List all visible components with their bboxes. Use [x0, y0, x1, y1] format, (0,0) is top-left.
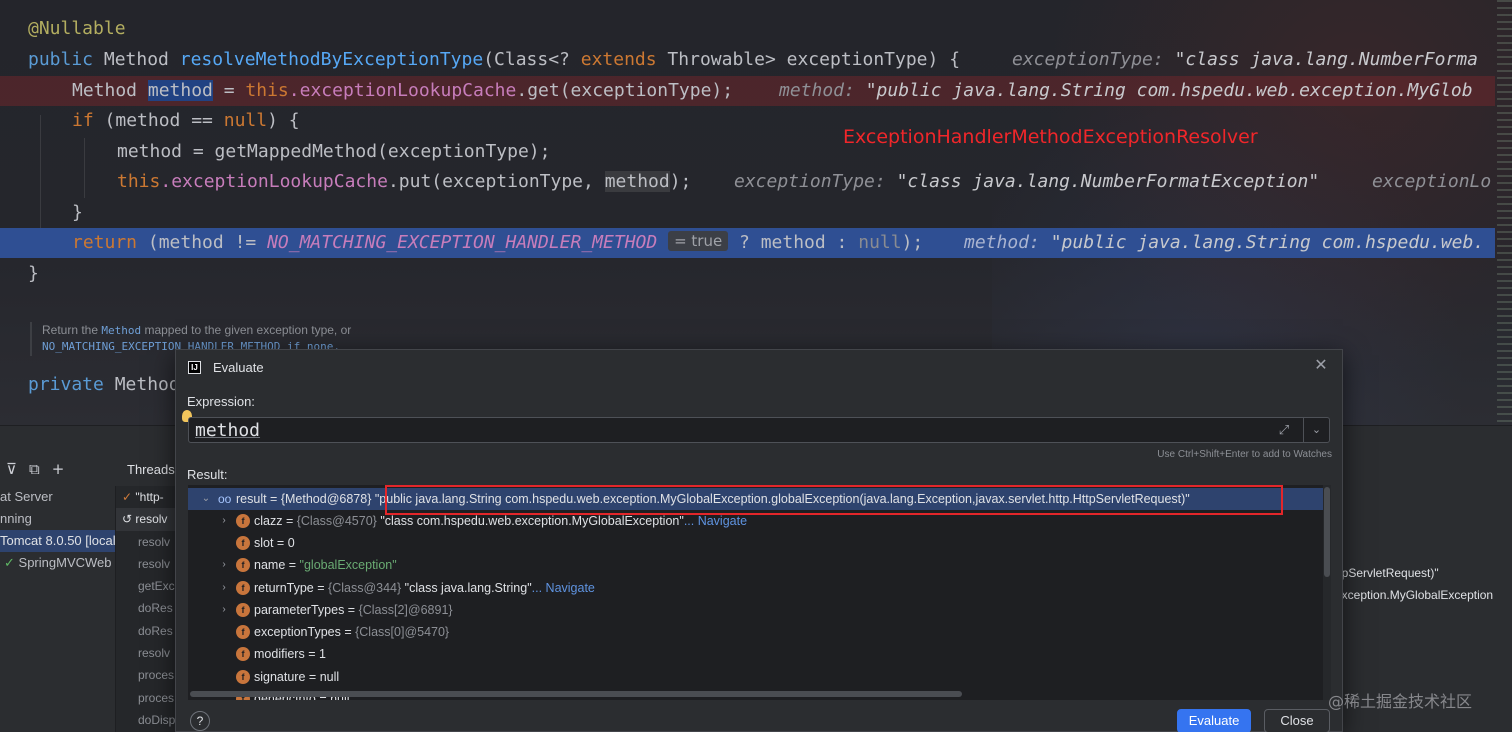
tree-row[interactable]: f exceptionTypes = {Class[0]@5470}: [188, 621, 1323, 643]
inline-debug-value: method: "public java.lang.String com.hsp…: [779, 80, 1473, 101]
add-icon[interactable]: +: [52, 460, 65, 478]
result-label: Result:: [187, 467, 228, 482]
code-line-method-end: }: [28, 263, 39, 284]
object-icon: oo: [218, 492, 232, 506]
chevron-right-icon[interactable]: ›: [218, 577, 230, 599]
intellij-logo-icon: IJ: [188, 361, 201, 374]
inline-value-badge: = true: [668, 231, 729, 251]
close-icon[interactable]: ✕: [1312, 357, 1330, 375]
tree-row[interactable]: f modifiers = 1: [188, 643, 1323, 665]
field-icon: f: [236, 536, 250, 550]
return-icon: ↺: [122, 512, 133, 527]
selected-word: method: [147, 80, 213, 101]
field-icon: f: [236, 670, 250, 684]
tree-row[interactable]: › f returnType = {Class@344} "class java…: [188, 577, 1323, 599]
evaluate-dialog: IJ Evaluate ✕ Expression: method ⤢ ⌄ Use…: [175, 349, 1343, 732]
tree-row[interactable]: › f clazz = {Class@4570} "class com.hspe…: [188, 510, 1323, 532]
add-frame-icon[interactable]: ⧉: [29, 460, 40, 478]
field-icon: f: [236, 514, 250, 528]
inline-debug-value: exceptionLo: [1372, 171, 1492, 192]
inline-debug-value: exceptionType: "class java.lang.NumberFo…: [734, 171, 1320, 192]
help-button[interactable]: ?: [190, 711, 210, 731]
annotation-note: ExceptionHandlerMethodExceptionResolver: [843, 126, 1258, 148]
close-button[interactable]: Close: [1264, 709, 1330, 732]
result-tree[interactable]: ⌄ oo result = {Method@6878} "public java…: [188, 485, 1331, 700]
chevron-right-icon[interactable]: ›: [218, 554, 230, 576]
list-item[interactable]: at Server: [0, 486, 115, 508]
watch-hint: Use Ctrl+Shift+Enter to add to Watches: [1157, 449, 1332, 460]
code-line-annotation: @Nullable: [28, 18, 126, 39]
field-icon: f: [236, 647, 250, 661]
variables-peek: ttpServletRequest)" exception.MyGlobalEx…: [1335, 566, 1494, 602]
tree-row[interactable]: › f name = "globalException": [188, 554, 1323, 576]
tree-row[interactable]: f signature = null: [188, 666, 1323, 688]
navigate-link[interactable]: ... Navigate: [532, 581, 595, 595]
code-line-if: if (method == null) {: [72, 110, 300, 131]
navigate-link[interactable]: ... Navigate: [684, 514, 747, 528]
tree-row-result[interactable]: ⌄ oo result = {Method@6878} "public java…: [188, 488, 1323, 510]
chevron-down-icon[interactable]: ⌄: [1303, 418, 1329, 442]
list-item[interactable]: ✓ SpringMVCWeb: [0, 552, 115, 574]
debug-toolbar: ⊽ ⧉ +: [0, 454, 116, 484]
editor-minimap[interactable]: [1497, 0, 1512, 425]
code-line-close-brace: }: [72, 202, 83, 223]
code-line-signature: public Method resolveMethodByExceptionTy…: [0, 45, 1495, 75]
field-icon: f: [236, 603, 250, 617]
vertical-scrollbar[interactable]: [1323, 485, 1331, 700]
tree-row[interactable]: f slot = 0: [188, 532, 1323, 554]
inline-debug-value: method: "public java.lang.String com.hsp…: [964, 232, 1485, 253]
filter-icon[interactable]: ⊽: [6, 460, 17, 478]
chevron-down-icon[interactable]: ⌄: [200, 488, 212, 510]
evaluate-button[interactable]: Evaluate: [1177, 709, 1251, 732]
horizontal-scrollbar[interactable]: [188, 690, 1323, 698]
expand-icon[interactable]: ⤢: [1275, 421, 1293, 439]
debug-sessions-list[interactable]: at Server nning Tomcat 8.0.50 [local] ✓ …: [0, 486, 116, 732]
chevron-right-icon[interactable]: ›: [218, 599, 230, 621]
code-line-current-execution: return (method != NO_MATCHING_EXCEPTION_…: [0, 228, 1495, 258]
code-line-put: this.exceptionLookupCache.put(exceptionT…: [0, 167, 1495, 197]
code-line-getmapped: method = getMappedMethod(exceptionType);: [117, 141, 551, 162]
inline-debug-value: exceptionType: "class java.lang.NumberFo…: [1012, 49, 1478, 70]
expression-text[interactable]: method: [195, 420, 260, 441]
expression-input[interactable]: method ⤢ ⌄: [188, 417, 1330, 443]
check-icon: ✓: [122, 490, 133, 504]
field-icon: f: [236, 581, 250, 595]
chevron-right-icon[interactable]: ›: [218, 510, 230, 532]
field-icon: f: [236, 625, 250, 639]
code-line-breakpoint: Method method = this.exceptionLookupCach…: [0, 76, 1495, 106]
tree-row[interactable]: › f parameterTypes = {Class[2]@6891}: [188, 599, 1323, 621]
dialog-titlebar[interactable]: IJ Evaluate ✕: [176, 350, 1342, 386]
list-item[interactable]: nning: [0, 508, 115, 530]
field-icon: f: [236, 558, 250, 572]
expression-label: Expression:: [187, 394, 255, 409]
watermark: @稀土掘金技术社区: [1328, 692, 1473, 711]
dialog-title: Evaluate: [213, 360, 264, 375]
run-check-icon: ✓: [4, 555, 15, 570]
list-item-selected[interactable]: Tomcat 8.0.50 [local]: [0, 530, 115, 552]
